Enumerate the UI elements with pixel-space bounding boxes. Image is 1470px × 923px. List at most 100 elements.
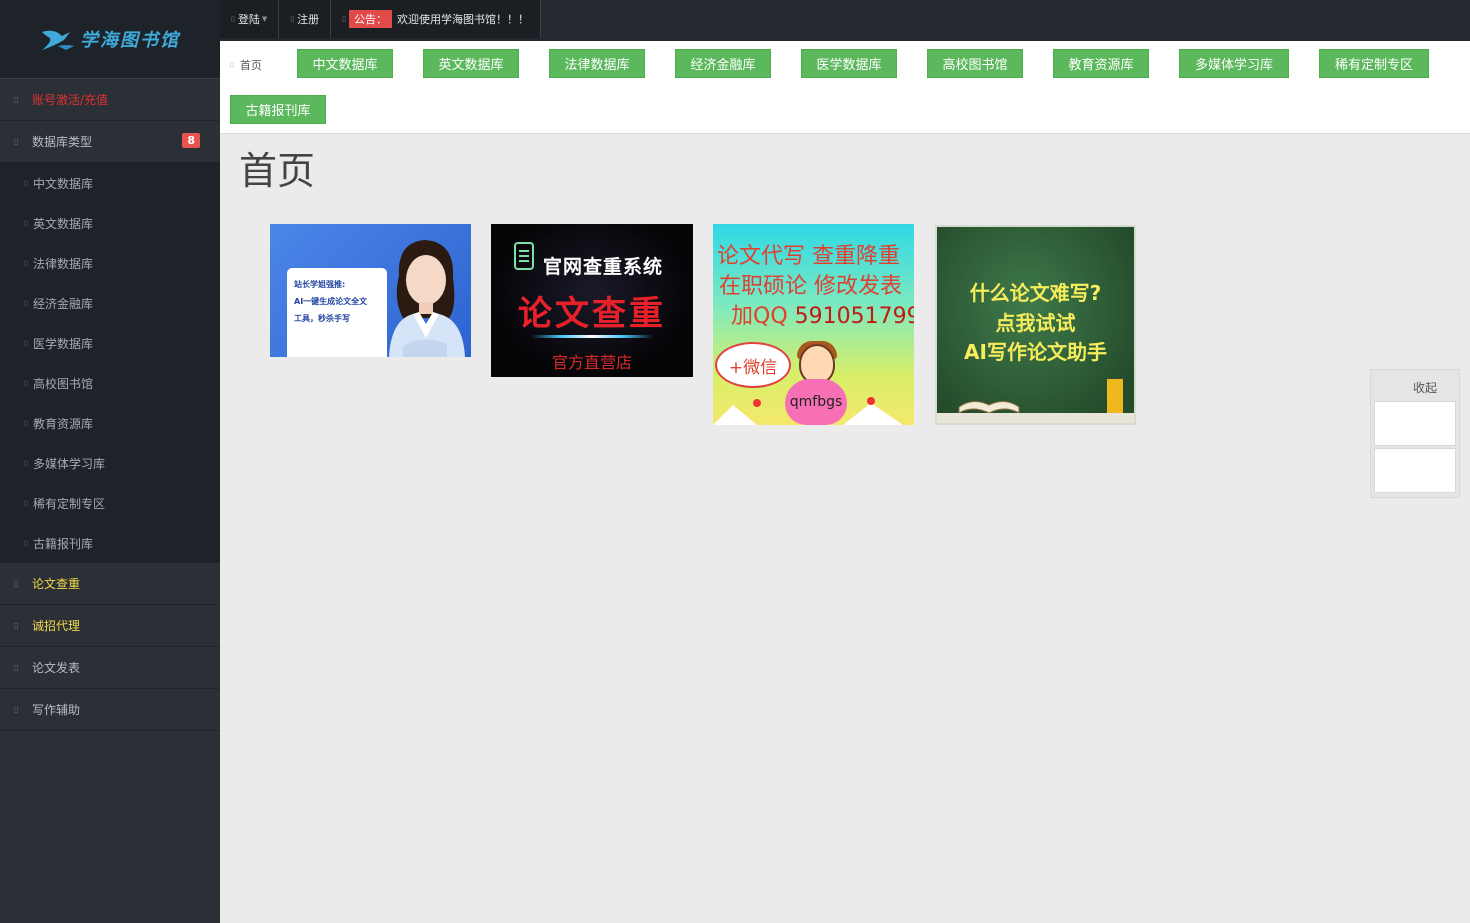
- nav-button-english[interactable]: 英文数据库: [423, 49, 519, 78]
- submenu-item-education[interactable]: ▯ 教育资源库: [0, 403, 220, 443]
- notice-bar: ▯ 公告： 欢迎使用学海图书馆！！！: [331, 0, 541, 38]
- bullet-icon: ▯: [24, 499, 28, 507]
- sidebar-item-label: 写作辅助: [32, 703, 81, 717]
- panel-slot[interactable]: [1374, 401, 1456, 446]
- submenu-label: 古籍报刊库: [33, 536, 94, 551]
- nav-button-rare[interactable]: 稀有定制专区: [1319, 49, 1429, 78]
- database-submenu: ▯ 中文数据库 ▯ 英文数据库 ▯ 法律数据库 ▯ 经济金融库 ▯ 医学数据库 ▯ 高校图书…: [0, 163, 220, 563]
- nav-button-law[interactable]: 法律数据库: [549, 49, 645, 78]
- nav-button-ancient[interactable]: 古籍报刊库: [230, 95, 326, 124]
- qq-prefix: 加QQ: [731, 304, 788, 329]
- notice-text: 欢迎使用学海图书馆！！！: [396, 13, 529, 26]
- bullet-icon: ▯: [24, 299, 28, 307]
- bullet-icon: ▯: [24, 339, 28, 347]
- ad-ai-writing-assistant[interactable]: 什么论文难写? 点我试试 AI写作论文助手: [935, 225, 1136, 425]
- breadcrumb[interactable]: ▯ 首页: [230, 57, 262, 73]
- notice-label: 公告：: [348, 10, 392, 28]
- submenu-label: 法律数据库: [33, 256, 94, 271]
- nav-button-education[interactable]: 教育资源库: [1053, 49, 1149, 78]
- woman-portrait-icon: [389, 240, 465, 357]
- sidebar-item-label: 账号激活/充值: [32, 93, 109, 107]
- breadcrumb-label: 首页: [239, 59, 262, 72]
- bullet-icon: ▯: [14, 621, 19, 630]
- bullet-icon: ▯: [24, 539, 28, 547]
- nav-button-chinese[interactable]: 中文数据库: [297, 49, 393, 78]
- category-nav: ▯ 首页 中文数据库 英文数据库 法律数据库 经济金融库 医学数据库 高校图书馆…: [220, 41, 1470, 134]
- sidebar-item-label: 论文查重: [32, 577, 81, 591]
- submenu-label: 教育资源库: [33, 416, 94, 431]
- sidebar-item-plagiarism-check[interactable]: ▯ 论文查重: [0, 563, 220, 605]
- bullet-icon: ▯: [14, 579, 19, 588]
- logo[interactable]: 学海图书馆: [40, 26, 180, 52]
- ad-headline: 论文查重: [518, 294, 666, 334]
- user-icon: ▯: [231, 15, 235, 23]
- submenu-item-rare[interactable]: ▯ 稀有定制专区: [0, 483, 220, 523]
- ad-text: AI写作论文助手: [964, 340, 1107, 364]
- sidebar-item-activate[interactable]: ▯ 账号激活/充值: [0, 79, 220, 121]
- submenu-item-chinese[interactable]: ▯ 中文数据库: [0, 163, 220, 203]
- ad-ai-writing-tool[interactable]: 站长学姐强推: AI一键生成论文全文 工具，秒杀手写: [270, 224, 471, 357]
- ad-title: 官网查重系统: [543, 256, 664, 278]
- pencil-cup-icon: [1107, 379, 1123, 413]
- submenu-item-ancient[interactable]: ▯ 古籍报刊库: [0, 523, 220, 563]
- ad-text: 站长学姐强推:: [294, 280, 346, 289]
- open-book-icon: [958, 401, 1020, 414]
- sidebar-item-label: 论文发表: [32, 661, 81, 675]
- collapse-button[interactable]: 收起: [1394, 373, 1456, 401]
- submenu-label: 多媒体学习库: [33, 456, 106, 471]
- speech-bubble: +微信: [715, 342, 791, 388]
- ad-plagiarism-check[interactable]: 官网查重系统 论文查重 官方直营店: [491, 224, 693, 377]
- floating-panel: 收起: [1370, 369, 1460, 498]
- bullet-icon: ▯: [14, 705, 19, 714]
- logo-text: 学海图书馆: [80, 30, 180, 51]
- bullet-icon: ▯: [24, 219, 28, 227]
- register-link[interactable]: ▯ 注册: [279, 0, 332, 38]
- submenu-item-university[interactable]: ▯ 高校图书馆: [0, 363, 220, 403]
- nav-button-finance[interactable]: 经济金融库: [675, 49, 771, 78]
- desk-edge: [937, 413, 1134, 423]
- submenu-label: 英文数据库: [33, 216, 94, 231]
- ad-text: 论文代写 查重降重: [717, 244, 900, 269]
- ad-text: 工具，秒杀手写: [294, 314, 350, 323]
- submenu-item-law[interactable]: ▯ 法律数据库: [0, 243, 220, 283]
- ad-card: 站长学姐强推: AI一键生成论文全文 工具，秒杀手写: [287, 268, 387, 357]
- panel-slot[interactable]: [1374, 448, 1456, 493]
- sidebar-item-publish[interactable]: ▯ 论文发表: [0, 647, 220, 689]
- nav-button-university[interactable]: 高校图书馆: [927, 49, 1023, 78]
- sidebar-item-label: 数据库类型: [32, 135, 93, 149]
- register-label: 注册: [297, 13, 320, 26]
- bullet-icon: ▯: [24, 419, 28, 427]
- submenu-item-finance[interactable]: ▯ 经济金融库: [0, 283, 220, 323]
- edit-icon: ▯: [290, 15, 295, 23]
- logo-area[interactable]: 学海图书馆: [0, 0, 220, 79]
- login-menu[interactable]: ▯ 登陆 ▼: [220, 0, 280, 38]
- sidebar-item-agents[interactable]: ▯ 诚招代理: [0, 605, 220, 647]
- ad-text: 在职硕论 修改发表: [719, 274, 902, 299]
- submenu-label: 经济金融库: [33, 296, 94, 311]
- book-wing-icon: [42, 30, 74, 50]
- sidebar-item-database-types[interactable]: ▯ 数据库类型 8: [0, 121, 220, 163]
- bullet-icon: ▯: [24, 259, 28, 267]
- ad-subtitle: 官方直营店: [551, 353, 632, 372]
- nav-button-medical[interactable]: 医学数据库: [801, 49, 897, 78]
- submenu-item-multimedia[interactable]: ▯ 多媒体学习库: [0, 443, 220, 483]
- ad-qq-line: 加QQ 591051799: [731, 298, 914, 330]
- submenu-label: 医学数据库: [33, 336, 94, 351]
- bullet-icon: ▯: [14, 95, 19, 104]
- snow-hills-icon: [713, 397, 903, 425]
- ad-thesis-writing[interactable]: 论文代写 查重降重 在职硕论 修改发表 加QQ 591051799 +微信 qm…: [713, 224, 914, 425]
- login-label: 登陆: [237, 13, 260, 26]
- glow-line: [531, 335, 653, 338]
- bullet-icon: ▯: [24, 179, 28, 187]
- submenu-item-english[interactable]: ▯ 英文数据库: [0, 203, 220, 243]
- bullet-icon: ▯: [14, 137, 19, 146]
- submenu-label: 中文数据库: [33, 176, 94, 191]
- bullet-icon: ▯: [24, 459, 28, 467]
- home-icon: ▯: [230, 61, 234, 69]
- document-icon: [514, 242, 534, 270]
- bell-icon: ▯: [342, 15, 346, 23]
- nav-button-multimedia[interactable]: 多媒体学习库: [1179, 49, 1289, 78]
- cartoon-face-icon: [799, 344, 835, 384]
- sidebar-item-writing-help[interactable]: ▯ 写作辅助: [0, 689, 220, 731]
- submenu-item-medical[interactable]: ▯ 医学数据库: [0, 323, 220, 363]
